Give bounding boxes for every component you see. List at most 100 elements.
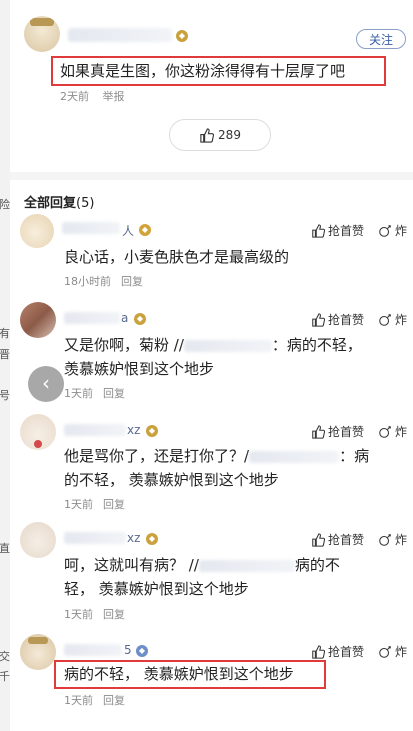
fry-button[interactable]: 炸 bbox=[378, 531, 407, 548]
thumbs-up-icon bbox=[312, 223, 325, 238]
reply-text-line2: 轻， 羡慕嫉妒恨到这个地步 bbox=[64, 580, 249, 598]
fry-label: 炸 bbox=[394, 645, 407, 659]
quoted-user-blurred[interactable] bbox=[249, 450, 340, 463]
username-blurred[interactable] bbox=[68, 28, 172, 42]
username-blurred[interactable] bbox=[64, 644, 122, 656]
first-like-label: 抢首赞 bbox=[327, 313, 364, 327]
reply-meta: 18小时前 回复 bbox=[64, 273, 153, 289]
level-badge-icon: ◆ bbox=[134, 313, 146, 325]
username-suffix[interactable]: 人 bbox=[122, 222, 134, 239]
reply-actions: 抢首赞 炸 bbox=[311, 311, 407, 328]
fry-label: 炸 bbox=[394, 425, 407, 439]
avatar[interactable] bbox=[20, 214, 54, 248]
chevron-left-icon: ‹ bbox=[42, 371, 50, 395]
reply-actions: 抢首赞 炸 bbox=[311, 222, 407, 239]
username-blurred[interactable] bbox=[64, 424, 126, 436]
bomb-icon bbox=[379, 533, 391, 546]
edge-char: 号 bbox=[0, 389, 10, 402]
fry-button[interactable]: 炸 bbox=[378, 222, 407, 239]
fry-button[interactable]: 炸 bbox=[378, 311, 407, 328]
reply-text-part: 病的不 bbox=[294, 556, 340, 574]
username-blurred[interactable] bbox=[64, 312, 120, 324]
thumbs-up-icon bbox=[312, 312, 325, 327]
first-like-button[interactable]: 抢首赞 bbox=[311, 311, 364, 328]
reply-text-part: ：病 bbox=[339, 447, 370, 465]
first-like-label: 抢首赞 bbox=[327, 224, 364, 238]
reply-link[interactable]: 回复 bbox=[103, 694, 125, 707]
like-button[interactable]: 289 bbox=[169, 119, 271, 151]
first-like-button[interactable]: 抢首赞 bbox=[311, 643, 364, 660]
bomb-icon bbox=[379, 645, 391, 658]
reply-time: 1天前 bbox=[64, 498, 93, 511]
level-badge-icon: ◆ bbox=[146, 425, 158, 437]
username-suffix[interactable]: xz bbox=[127, 531, 140, 545]
reply-text-part: 他是骂你了，还是打你了？/ bbox=[64, 447, 250, 465]
reply-actions: 抢首赞 炸 bbox=[311, 423, 407, 440]
bomb-icon bbox=[379, 313, 391, 326]
edge-char: 险 bbox=[0, 198, 10, 211]
avatar[interactable] bbox=[20, 634, 56, 670]
reply-actions: 抢首赞 炸 bbox=[311, 643, 407, 660]
reply-time: 1天前 bbox=[64, 608, 93, 621]
comment-panel: ◆ 关注 如果真是生图，你这粉涂得得有十层厚了吧 2天前 举报 289 全部回复… bbox=[10, 0, 413, 731]
first-like-button[interactable]: 抢首赞 bbox=[311, 531, 364, 548]
fry-button[interactable]: 炸 bbox=[378, 643, 407, 660]
reply-time: 18小时前 bbox=[64, 275, 111, 288]
reply-meta: 1天前 回复 bbox=[64, 692, 135, 708]
first-like-label: 抢首赞 bbox=[327, 645, 364, 659]
edge-char: 直 bbox=[0, 542, 10, 555]
first-like-button[interactable]: 抢首赞 bbox=[311, 423, 364, 440]
replies-header: 全部回复(5) bbox=[24, 192, 94, 211]
reply-meta: 1天前 回复 bbox=[64, 385, 135, 401]
avatar[interactable] bbox=[24, 16, 60, 52]
left-background-strip: 险 有 晋 号 直 交 千 bbox=[0, 0, 10, 731]
thumbs-up-icon bbox=[200, 127, 215, 143]
reply-text-part: 呵，这就叫有病？ // bbox=[64, 556, 199, 574]
reply-text-line1: 又是你啊，菊粉 // ：病的不轻， bbox=[64, 333, 362, 357]
first-like-button[interactable]: 抢首赞 bbox=[311, 222, 364, 239]
first-like-label: 抢首赞 bbox=[327, 425, 364, 439]
username-blurred[interactable] bbox=[64, 532, 126, 544]
username-suffix[interactable]: a bbox=[121, 311, 128, 325]
reply-text: 良心话，小麦色肤色才是最高级的 bbox=[64, 248, 290, 266]
reply-time: 1天前 bbox=[64, 387, 93, 400]
username-blurred[interactable] bbox=[62, 222, 120, 234]
like-count: 289 bbox=[218, 128, 241, 142]
edge-char: 交 bbox=[0, 650, 10, 663]
edge-char: 晋 bbox=[0, 348, 10, 361]
reply-actions: 抢首赞 炸 bbox=[311, 531, 407, 548]
username-suffix[interactable]: xz bbox=[127, 423, 140, 437]
post-time: 2天前 bbox=[60, 90, 89, 103]
replies-count: (5) bbox=[76, 196, 95, 211]
reply-text-part: 又是你啊，菊粉 // bbox=[64, 336, 184, 354]
fry-button[interactable]: 炸 bbox=[378, 423, 407, 440]
quoted-user-blurred[interactable] bbox=[183, 339, 272, 352]
quoted-user-blurred[interactable] bbox=[198, 559, 295, 572]
avatar[interactable] bbox=[20, 302, 56, 338]
reply-meta: 1天前 回复 bbox=[64, 606, 135, 622]
follow-button[interactable]: 关注 bbox=[356, 29, 406, 49]
reply-time: 1天前 bbox=[64, 694, 93, 707]
reply-link[interactable]: 回复 bbox=[103, 498, 125, 511]
username-suffix[interactable]: 5 bbox=[124, 643, 132, 657]
reply-link[interactable]: 回复 bbox=[121, 275, 143, 288]
level-badge-icon: ◆ bbox=[139, 224, 151, 236]
edge-char: 千 bbox=[0, 670, 10, 683]
fry-label: 炸 bbox=[394, 313, 407, 327]
level-badge-icon: ◆ bbox=[136, 645, 148, 657]
reply-link[interactable]: 回复 bbox=[103, 387, 125, 400]
fry-label: 炸 bbox=[394, 533, 407, 547]
reply-text-part: ：病的不轻， bbox=[271, 336, 362, 354]
reply-text-line2: 的不轻， 羡慕嫉妒恨到这个地步 bbox=[64, 471, 279, 489]
prev-arrow-button[interactable]: ‹ bbox=[28, 366, 64, 402]
reply-text-line1: 呵，这就叫有病？ // 病的不 bbox=[64, 553, 340, 577]
first-like-label: 抢首赞 bbox=[327, 533, 364, 547]
thumbs-up-icon bbox=[312, 644, 325, 659]
thumbs-up-icon bbox=[312, 424, 325, 439]
bomb-icon bbox=[379, 425, 391, 438]
avatar[interactable] bbox=[20, 522, 56, 558]
level-badge-icon: ◆ bbox=[176, 30, 188, 42]
reply-link[interactable]: 回复 bbox=[103, 608, 125, 621]
report-link[interactable]: 举报 bbox=[103, 90, 125, 103]
avatar[interactable] bbox=[20, 414, 56, 450]
